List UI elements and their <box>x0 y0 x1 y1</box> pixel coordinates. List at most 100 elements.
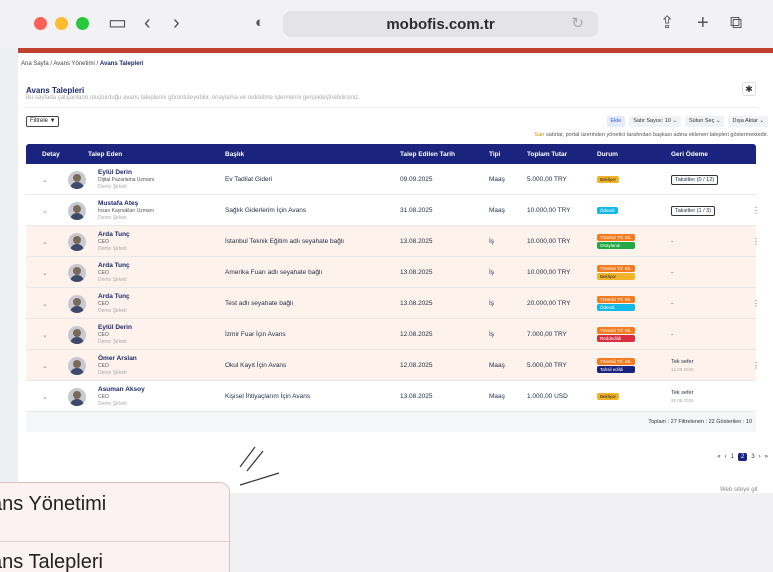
settings-gear-icon[interactable]: ✱ <box>742 82 756 96</box>
page-content: Ana Sayfa / Avans Yönetimi / Avans Talep… <box>18 53 773 493</box>
export-select[interactable]: Dışa Aktar ⌄ <box>728 116 768 127</box>
request-amount: 10.000,00 TRY <box>527 269 571 276</box>
expand-chevron-icon[interactable]: ⌄ <box>42 176 48 184</box>
col-durum[interactable]: Durum <box>597 151 618 158</box>
refund-type: Tek sefer <box>671 359 694 365</box>
installments-button[interactable]: Taksitler (0 / 12) <box>671 174 719 185</box>
table-row[interactable]: ⌄ Eylül Derin CEO Demo Şirketi İzmir Fua… <box>26 319 756 350</box>
pagination: « ‹ 1 2 3 › » <box>717 453 768 461</box>
expand-chevron-icon[interactable]: ⌄ <box>42 393 48 401</box>
col-tipi[interactable]: Tipi <box>489 151 500 158</box>
breadcrumb-current: Avans Talepleri <box>99 61 144 67</box>
note-highlight: Sarı <box>534 132 545 138</box>
requester-name[interactable]: Arda Tunç <box>98 231 130 238</box>
table-row[interactable]: ⌄ Arda Tunç CEO Demo Şirketi İstanbul Te… <box>26 226 760 257</box>
col-tarih[interactable]: Talep Edilen Tarih <box>400 151 455 158</box>
last-page-button[interactable]: » <box>765 454 768 460</box>
col-detay[interactable]: Detay <box>42 151 60 158</box>
request-amount: 20.000,00 TRY <box>527 300 571 307</box>
share-icon[interactable]: ⇪ <box>660 12 674 34</box>
request-title: Kişisel İhtiyaçlarım İçin Avans <box>225 393 311 400</box>
breadcrumb-home[interactable]: Ana Sayfa <box>21 61 49 67</box>
forward-icon[interactable]: › <box>173 12 180 34</box>
prev-page-button[interactable]: ‹ <box>725 454 727 460</box>
maximize-window-button[interactable] <box>76 17 89 30</box>
add-button[interactable]: Ekle <box>606 116 626 127</box>
table-row[interactable]: ⌄ Arda Tunç CEO Demo Şirketi Test adlı s… <box>26 288 760 319</box>
avatar <box>68 294 86 313</box>
status-badge: Bekliyor <box>597 273 635 280</box>
status-badge: Yönetici Trf. Ek. <box>597 327 635 334</box>
request-type: İş <box>489 331 495 338</box>
next-page-button[interactable]: › <box>759 454 761 460</box>
requester-name[interactable]: Arda Tunç <box>98 262 130 269</box>
tabs-overview-icon[interactable]: ⧉ <box>730 12 742 34</box>
expand-chevron-icon[interactable]: ⌄ <box>42 362 48 370</box>
column-select[interactable]: Sütun Seç ⌄ <box>684 116 725 127</box>
request-date: 13.08.2025 <box>400 269 433 276</box>
requester-role: CEO <box>98 394 109 400</box>
col-toplam-tutar[interactable]: Toplam Tutar <box>527 151 567 158</box>
page-1-button[interactable]: 1 <box>731 454 734 460</box>
requester-role: İnsan Kaynakları Uzmanı <box>98 208 154 214</box>
minimize-window-button[interactable] <box>55 17 68 30</box>
row-count-select[interactable]: Satır Sayısı: 10 ⌄ <box>629 116 681 127</box>
website-link[interactable]: Web siteye git <box>720 487 758 493</box>
request-date: 13.08.2025 <box>400 238 433 245</box>
address-bar[interactable]: mobofis.com.tr ↻ <box>283 11 598 37</box>
page-2-button[interactable]: 2 <box>737 453 748 461</box>
request-type: İş <box>489 300 495 307</box>
requester-name[interactable]: Asuman Aksoy <box>98 386 145 393</box>
status-badge: Ödendi <box>597 304 635 311</box>
row-actions-icon[interactable]: ⋮ <box>752 361 760 370</box>
row-actions-icon[interactable]: ⋮ <box>752 237 760 246</box>
shield-icon[interactable]: ◐ <box>255 12 264 34</box>
requester-name[interactable]: Mustafa Ateş <box>98 200 154 207</box>
expand-chevron-icon[interactable]: ⌄ <box>42 300 48 308</box>
col-talep-eden[interactable]: Talep Eden <box>88 151 122 158</box>
table-row[interactable]: ⌄ Asuman Aksoy CEO Demo Şirketi Kişisel … <box>26 381 756 412</box>
filter-button[interactable]: Filtrele ▼ <box>26 116 59 127</box>
avatar <box>68 263 86 282</box>
expand-chevron-icon[interactable]: ⌄ <box>42 238 48 246</box>
requester-name[interactable]: Eylül Derin <box>98 324 132 331</box>
requester-name[interactable]: Eylül Derin <box>98 169 154 176</box>
expand-chevron-icon[interactable]: ⌄ <box>42 207 48 215</box>
requester-company: Demo Şirketi <box>98 277 127 283</box>
zoomed-breadcrumb-callout: ans Yönetimi ans Talepleri <box>0 482 231 572</box>
request-type: Maaş <box>489 207 505 214</box>
requester-role: CEO <box>98 363 109 369</box>
expand-chevron-icon[interactable]: ⌄ <box>42 331 48 339</box>
breadcrumb-section[interactable]: Avans Yönetimi <box>53 61 94 67</box>
requester-company: Demo Şirketi <box>98 401 127 407</box>
sidebar-toggle-icon[interactable]: ▭ <box>108 12 127 34</box>
row-actions-icon[interactable]: ⋮ <box>752 206 760 215</box>
request-title: Amerika Fuarı adlı seyahate bağlı <box>225 269 323 276</box>
table-row[interactable]: ⌄ Eylül Derin Dijital Pazarlama Uzmanı D… <box>26 164 756 195</box>
first-page-button[interactable]: « <box>717 454 720 460</box>
col-baslik[interactable]: Başlık <box>225 151 244 158</box>
new-tab-icon[interactable]: + <box>697 12 709 34</box>
row-actions-icon[interactable]: ⋮ <box>752 299 760 308</box>
col-geri-odeme[interactable]: Geri Ödeme <box>671 151 708 158</box>
status-badges: Yönetici Trf. Ek. Onaylandı <box>597 234 635 249</box>
refund-empty: - <box>671 269 674 276</box>
expand-chevron-icon[interactable]: ⌄ <box>42 269 48 277</box>
url-text: mobofis.com.tr <box>386 16 495 33</box>
page-3-button[interactable]: 3 <box>751 454 754 460</box>
table-row[interactable]: ⌄ Mustafa Ateş İnsan Kaynakları Uzmanı D… <box>26 195 760 226</box>
requester-name[interactable]: Arda Tunç <box>98 293 130 300</box>
installments-button[interactable]: Taksitler (1 / 3) <box>671 205 716 216</box>
reload-icon[interactable]: ↻ <box>571 14 584 32</box>
breadcrumb-separator: / <box>50 61 53 67</box>
avatar <box>68 387 86 406</box>
status-badges: Yönetici Trf. Ek. Ödendi <box>597 296 635 311</box>
table-row[interactable]: ⌄ Ömer Arslan CEO Demo Şirketi Okul Kayı… <box>26 350 760 381</box>
back-icon[interactable]: ‹ <box>144 12 151 34</box>
close-window-button[interactable] <box>34 17 47 30</box>
avatar <box>68 201 86 220</box>
status-badge: Yönetici Trf. Ek. <box>597 234 635 241</box>
request-date: 13.08.2025 <box>400 393 433 400</box>
table-row[interactable]: ⌄ Arda Tunç CEO Demo Şirketi Amerika Fua… <box>26 257 756 288</box>
requester-name[interactable]: Ömer Arslan <box>98 355 137 362</box>
